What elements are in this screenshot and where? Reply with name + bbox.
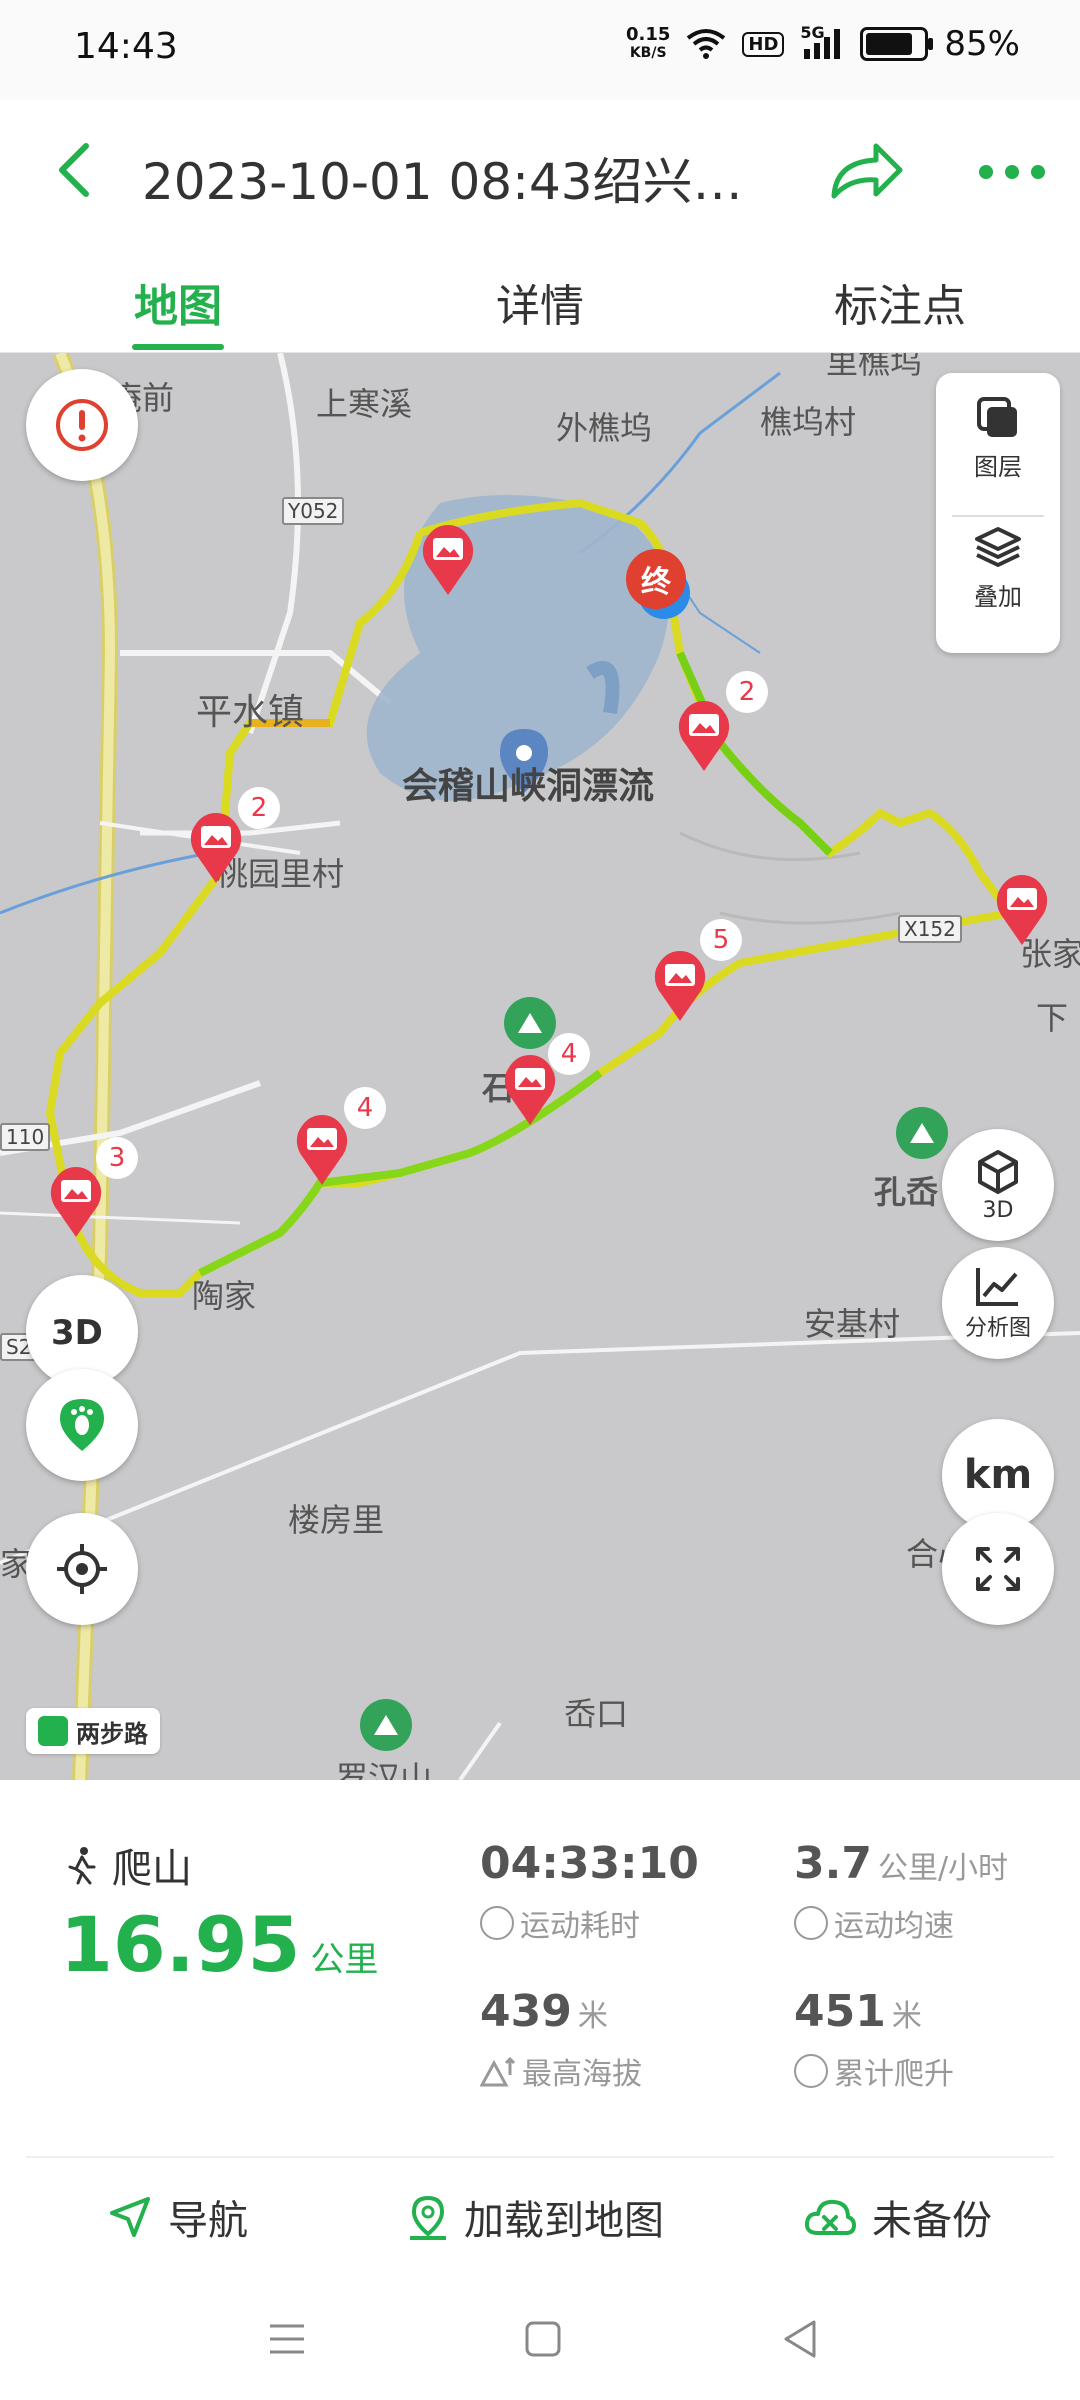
svg-text:3D: 3D xyxy=(51,1313,103,1353)
tab-indicator xyxy=(132,344,224,350)
track-stats: 爬山 16.95 公里 04:33:10 运动耗时 3.7 公里/小时 运动均速 … xyxy=(0,1780,1080,2160)
climb-icon xyxy=(794,2054,828,2088)
share-icon[interactable] xyxy=(826,136,906,206)
hiking-icon xyxy=(68,1847,96,1885)
map-label-waiqiaowu: 外樵坞 xyxy=(556,409,653,447)
page-title: 2023-10-01 08:43绍兴柯... xyxy=(142,153,762,211)
map-label-shanghanxi: 上寒溪 xyxy=(316,385,413,423)
map-label-kongxi: 孔岙 xyxy=(874,1173,939,1211)
tab-map[interactable]: 地图 xyxy=(78,270,278,334)
stat-avg-speed: 3.7 公里/小时 运动均速 xyxy=(794,1838,1009,1944)
3d-icon: 3D xyxy=(51,1313,103,1353)
marker-count-badge: 2 xyxy=(726,671,768,713)
map-label-lake: 会稽山峡洞漂流 xyxy=(402,766,655,807)
tab-poi[interactable]: 标注点 xyxy=(800,270,1000,334)
layer-divider xyxy=(952,515,1044,517)
photo-marker[interactable] xyxy=(48,1165,104,1239)
stat-duration: 04:33:10 运动耗时 xyxy=(480,1838,699,1944)
backup-button[interactable]: 未备份 xyxy=(804,2188,992,2246)
status-icons: 0.15 KB/S HD 5G 85% xyxy=(625,23,1020,64)
marker-count-badge: 4 xyxy=(344,1087,386,1129)
title-bar: 2023-10-01 08:43绍兴柯... xyxy=(0,100,1080,240)
marker-count-badge: 3 xyxy=(96,1137,138,1179)
map-label-xia: 下 xyxy=(1036,999,1069,1037)
cloud-icon xyxy=(804,2199,856,2235)
analysis-button[interactable]: 分析图 xyxy=(942,1247,1054,1359)
map-label-anjicun: 安基村 xyxy=(804,1305,901,1343)
photo-marker[interactable] xyxy=(676,699,732,773)
map-view[interactable]: 庵前 上寒溪 外樵坞 樵坞村 里樵坞 平水镇 会稽山峡洞漂流 桃园里村 张家 下… xyxy=(0,353,1080,1780)
photo-marker[interactable] xyxy=(994,873,1050,947)
distance: 16.95 公里 xyxy=(60,1900,379,1989)
home-icon[interactable] xyxy=(518,2314,568,2364)
marker-count-badge: 5 xyxy=(700,919,742,961)
speedometer-icon xyxy=(794,1906,828,1940)
photo-marker[interactable] xyxy=(294,1113,350,1187)
app-logo: 两步路 xyxy=(26,1708,160,1754)
map-label-liqiaowu: 里樵坞 xyxy=(826,353,923,381)
marker-count-badge: 4 xyxy=(548,1033,590,1075)
photo-marker[interactable] xyxy=(652,949,708,1023)
action-bar: 导航 加载到地图 未备份 xyxy=(0,2158,1080,2268)
back-icon[interactable] xyxy=(46,140,106,200)
battery-level: 85% xyxy=(944,24,1020,64)
tab-detail[interactable]: 详情 xyxy=(440,270,640,334)
system-nav-bar xyxy=(0,2280,1080,2400)
load-to-map-button[interactable]: 加载到地图 xyxy=(408,2188,664,2246)
crosshair-icon xyxy=(57,1544,107,1594)
locate-button[interactable] xyxy=(26,1513,138,1625)
expand-icon xyxy=(976,1547,1020,1591)
layers-button[interactable]: 图层 xyxy=(936,395,1060,482)
more-icon[interactable] xyxy=(974,142,1050,202)
road-tag-x: X152 xyxy=(898,915,962,943)
battery-icon xyxy=(860,27,934,61)
hd-icon: HD xyxy=(742,31,785,57)
stat-max-altitude: 439 米 最高海拔 xyxy=(480,1986,642,2092)
status-bar: 14:43 0.15 KB/S HD 5G 85% xyxy=(0,0,1080,100)
stat-total-climb: 451 米 累计爬升 xyxy=(794,1986,954,2092)
map-label-luohanshan: 罗汉山 xyxy=(336,1759,433,1780)
road-tag-y052: Y052 xyxy=(282,497,345,525)
map-pin-icon xyxy=(410,2195,446,2240)
footprint-button[interactable] xyxy=(26,1369,138,1481)
tab-bar: 地图 详情 标注点 xyxy=(0,240,1080,353)
terrain-3d-button[interactable]: 3D xyxy=(942,1129,1054,1241)
marker-count-badge: 2 xyxy=(238,787,280,829)
activity-type: 爬山 xyxy=(62,1836,192,1894)
alert-button[interactable] xyxy=(26,369,138,481)
wifi-icon xyxy=(687,29,726,59)
map-label-aokou: 岙口 xyxy=(564,1695,629,1733)
status-time: 14:43 xyxy=(74,26,178,67)
navigate-button[interactable]: 导航 xyxy=(108,2188,248,2246)
net-speed: 0.15 KB/S xyxy=(625,24,671,62)
alert-icon xyxy=(56,399,108,451)
signal-icon: 5G xyxy=(800,23,844,61)
layer-panel: 图层 叠加 xyxy=(936,373,1060,653)
chart-icon xyxy=(976,1268,1018,1306)
navigation-arrow-icon xyxy=(110,2197,150,2237)
photo-marker[interactable] xyxy=(420,523,476,597)
timer-icon xyxy=(480,1906,514,1940)
photo-marker[interactable] xyxy=(188,811,244,885)
map-label-taojia: 陶家 xyxy=(192,1277,257,1315)
road-tag-110: 110 xyxy=(0,1123,51,1151)
mountain-icon xyxy=(480,2056,516,2087)
stack-icon xyxy=(975,527,1021,567)
cube-icon xyxy=(978,1149,1018,1194)
back-triangle-icon[interactable] xyxy=(776,2314,826,2364)
logo-icon xyxy=(38,1716,68,1746)
overlay-button[interactable]: 叠加 xyxy=(936,525,1060,612)
layers-icon xyxy=(977,397,1017,437)
map-label-loufangli: 楼房里 xyxy=(288,1501,385,1539)
map-label-qiaowucun: 樵坞村 xyxy=(760,403,857,441)
menu-icon[interactable] xyxy=(262,2314,312,2364)
map-label-pingshuizhen: 平水镇 xyxy=(196,692,305,733)
end-marker[interactable]: 终 xyxy=(636,557,676,601)
footprint-icon xyxy=(60,1399,104,1451)
fullscreen-button[interactable] xyxy=(942,1513,1054,1625)
